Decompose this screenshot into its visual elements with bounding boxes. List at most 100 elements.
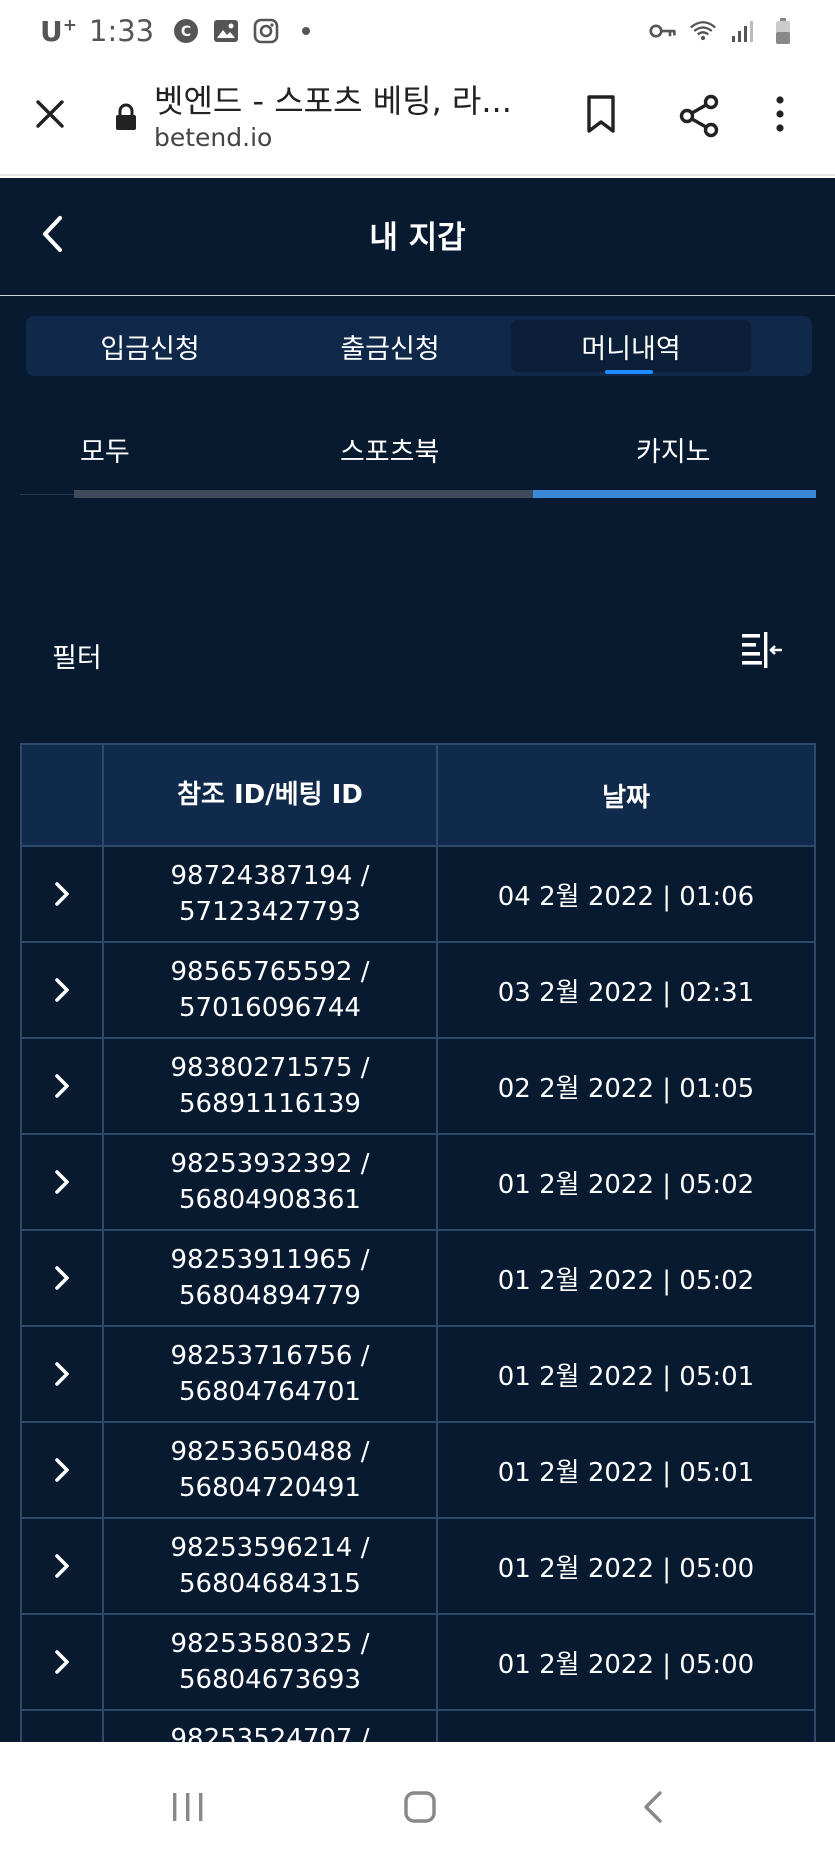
filter-collapse-icon (742, 632, 782, 668)
signal-icon (729, 17, 757, 45)
expand-row-button[interactable] (22, 1039, 104, 1133)
gallery-icon (212, 17, 240, 45)
row-date: 03 2월 2022 | 02:31 (497, 977, 755, 1008)
wallet-tabs: 입금신청 출금신청 머니내역 (26, 316, 812, 376)
ref-bet-id: 98253596214 /56804684315 (104, 1519, 438, 1613)
row-date: 01 2월 2022 | 05:00 (497, 1553, 755, 1584)
page-heading: 내 지갑 (369, 220, 466, 256)
tab-deposit[interactable]: 입금신청 (30, 320, 270, 372)
instagram-icon (252, 17, 280, 45)
expand-row-button[interactable] (22, 847, 104, 941)
clock: 1:33 (89, 14, 155, 48)
more-options-button[interactable] (774, 94, 804, 142)
chevron-right-icon (55, 1458, 69, 1482)
chevron-right-icon (55, 1554, 69, 1578)
filter-toggle-button[interactable] (740, 630, 784, 670)
table-row[interactable]: 98253596214 /56804684315 01 2월 2022 | 05… (22, 1519, 814, 1615)
dot-icon (292, 17, 320, 45)
row-date: 04 2월 2022 | 01:06 (497, 881, 755, 912)
lock-icon (114, 102, 138, 132)
header-date: 날짜 (602, 782, 650, 813)
home-button[interactable] (402, 1790, 438, 1828)
ref-bet-id: 98253650488 /56804720491 (104, 1423, 438, 1517)
ref-bet-id: 98565765592 /57016096744 (104, 943, 438, 1037)
bookmark-icon (587, 95, 615, 133)
active-tab-indicator (605, 370, 653, 374)
expand-row-button[interactable] (22, 1711, 104, 1742)
ref-bet-id: 98253932392 /56804908361 (104, 1135, 438, 1229)
close-tab-button[interactable] (28, 92, 72, 136)
table-row[interactable]: 98565765592 /57016096744 03 2월 2022 | 02… (22, 943, 814, 1039)
ref-bet-id: 98253580325 /56804673693 (104, 1615, 438, 1709)
expand-row-button[interactable] (22, 1519, 104, 1613)
row-date: 01 2월 2022 | 05:01 (497, 1361, 755, 1392)
page-title: 벳엔드 - 스포츠 베팅, 라... (154, 82, 512, 120)
wallet-page: 내 지갑 입금신청 출금신청 머니내역 모두 스포츠북 카지노 필터 참조 ID… (0, 178, 835, 1742)
key-icon (649, 17, 677, 45)
expand-row-button[interactable] (22, 1423, 104, 1517)
wifi-icon (689, 17, 717, 45)
expand-row-button[interactable] (22, 943, 104, 1037)
category-tabs: 모두 스포츠북 카지노 (20, 414, 816, 498)
header-expand-column (22, 745, 104, 845)
subtab-active-indicator (533, 490, 816, 498)
tab-money-history[interactable]: 머니내역 (511, 320, 751, 372)
row-date: 01 2월 2022 | 05:02 (497, 1169, 755, 1200)
back-arrow-icon (644, 1791, 662, 1823)
chevron-right-icon (55, 1074, 69, 1098)
carrier-label: U+ (40, 14, 77, 48)
table-header: 참조 ID/베팅 ID 날짜 (22, 745, 814, 847)
row-date: 01 2월 2022 | 05:01 (497, 1457, 755, 1488)
chevron-right-icon (55, 1170, 69, 1194)
chevron-right-icon (55, 1266, 69, 1290)
status-bar: U+ 1:33 C (0, 0, 835, 62)
expand-row-button[interactable] (22, 1135, 104, 1229)
bookmark-button[interactable] (584, 94, 628, 142)
share-button[interactable] (678, 94, 724, 142)
table-row[interactable]: 98253911965 /56804894779 01 2월 2022 | 05… (22, 1231, 814, 1327)
header-ref-id: 참조 ID/베팅 ID (104, 745, 438, 845)
table-row[interactable]: 98253524707 / (22, 1711, 814, 1742)
recent-apps-button[interactable] (170, 1790, 206, 1828)
system-back-button[interactable] (640, 1790, 668, 1828)
row-date: 02 2월 2022 | 01:05 (497, 1073, 755, 1104)
page-domain: betend.io (154, 123, 273, 152)
chevron-right-icon (55, 978, 69, 1002)
table-row[interactable]: 98253716756 /56804764701 01 2월 2022 | 05… (22, 1327, 814, 1423)
subtab-casino[interactable]: 카지노 (636, 414, 711, 484)
c-app-icon: C (172, 17, 200, 45)
transaction-table: 참조 ID/베팅 ID 날짜 98724387194 /57123427793 … (20, 743, 816, 1742)
ref-bet-id: 98724387194 /57123427793 (104, 847, 438, 941)
table-row[interactable]: 98253580325 /56804673693 01 2월 2022 | 05… (22, 1615, 814, 1711)
close-icon (36, 100, 64, 128)
battery-icon (769, 17, 797, 45)
browser-toolbar: 벳엔드 - 스포츠 베팅, 라... betend.io (0, 62, 835, 176)
ref-bet-id: 98253716756 /56804764701 (104, 1327, 438, 1421)
filter-label: 필터 (52, 643, 102, 674)
ref-bet-id: 98253911965 /56804894779 (104, 1231, 438, 1325)
home-icon (404, 1791, 436, 1823)
expand-row-button[interactable] (22, 1231, 104, 1325)
more-vertical-icon (776, 96, 784, 132)
tab-withdraw[interactable]: 출금신청 (270, 320, 510, 372)
svg-text:C: C (181, 24, 191, 40)
chevron-right-icon (55, 1650, 69, 1674)
table-row[interactable]: 98724387194 /57123427793 04 2월 2022 | 01… (22, 847, 814, 943)
app-header: 내 지갑 (0, 178, 835, 296)
chevron-right-icon (55, 1362, 69, 1386)
row-date: 01 2월 2022 | 05:02 (497, 1265, 755, 1296)
subtab-progress-track (74, 490, 533, 498)
chevron-right-icon (55, 882, 69, 906)
table-row[interactable]: 98253932392 /56804908361 01 2월 2022 | 05… (22, 1135, 814, 1231)
ref-bet-id: 98380271575 /56891116139 (104, 1039, 438, 1133)
table-row[interactable]: 98380271575 /56891116139 02 2월 2022 | 01… (22, 1039, 814, 1135)
table-row[interactable]: 98253650488 /56804720491 01 2월 2022 | 05… (22, 1423, 814, 1519)
subtab-all[interactable]: 모두 (80, 414, 130, 484)
subtab-sportsbook[interactable]: 스포츠북 (340, 414, 439, 484)
share-icon (679, 94, 719, 138)
url-bar[interactable]: 벳엔드 - 스포츠 베팅, 라... betend.io (154, 80, 534, 154)
row-date: 01 2월 2022 | 05:00 (497, 1649, 755, 1680)
expand-row-button[interactable] (22, 1615, 104, 1709)
ref-bet-id: 98253524707 / (104, 1711, 438, 1742)
expand-row-button[interactable] (22, 1327, 104, 1421)
